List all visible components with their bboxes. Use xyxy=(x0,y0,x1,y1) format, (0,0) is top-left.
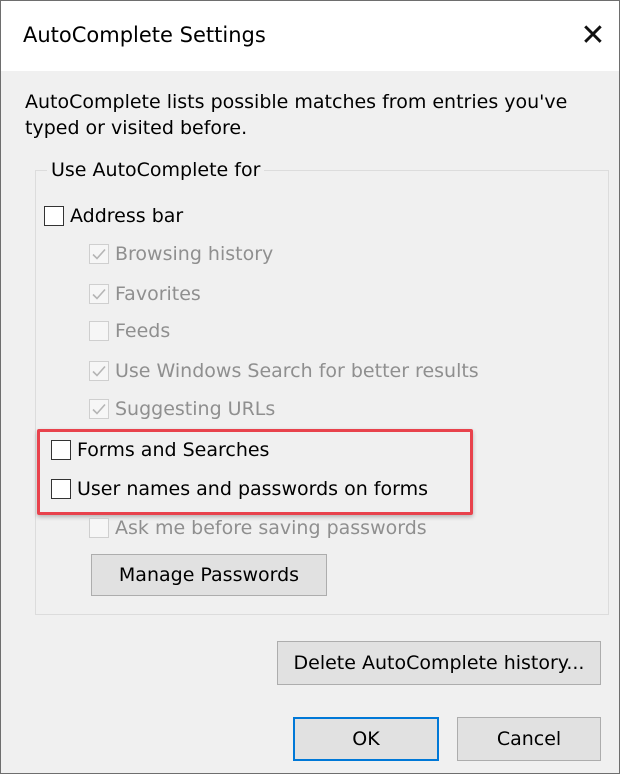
checkbox-favorites: Favorites xyxy=(89,279,201,309)
manage-passwords-button[interactable]: Manage Passwords xyxy=(91,554,327,596)
highlight-annotation xyxy=(37,429,473,515)
checkbox-feeds: Feeds xyxy=(89,316,170,346)
description-text: AutoComplete lists possible matches from… xyxy=(25,91,568,139)
checkbox-suggesting-urls: Suggesting URLs xyxy=(89,394,275,424)
cancel-button[interactable]: Cancel xyxy=(457,717,601,761)
checkbox-box xyxy=(89,399,109,419)
checkbox-label: Address bar xyxy=(70,205,184,227)
checkmark-icon xyxy=(92,248,106,260)
checkbox-browsing-history: Browsing history xyxy=(89,239,273,269)
dialog-window: AutoComplete Settings ✕ AutoComplete lis… xyxy=(0,0,620,774)
checkbox-windows-search: Use Windows Search for better results xyxy=(89,356,479,386)
checkbox-box xyxy=(89,284,109,304)
checkbox-box xyxy=(89,518,109,538)
close-icon[interactable]: ✕ xyxy=(573,15,613,55)
checkbox-label: Ask me before saving passwords xyxy=(115,517,427,539)
checkbox-label: Browsing history xyxy=(115,243,274,265)
checkmark-icon xyxy=(92,288,106,300)
title-bar: AutoComplete Settings ✕ xyxy=(1,1,619,71)
checkbox-label: Use Windows Search for better results xyxy=(115,360,479,382)
checkmark-icon xyxy=(92,365,106,377)
checkmark-icon xyxy=(92,403,106,415)
checkbox-label: Feeds xyxy=(115,320,171,342)
checkbox-ask-before-saving: Ask me before saving passwords xyxy=(89,513,427,543)
delete-history-button[interactable]: Delete AutoComplete history... xyxy=(277,641,601,685)
checkbox-box xyxy=(89,321,109,341)
checkbox-label: Suggesting URLs xyxy=(115,398,276,420)
checkbox-box[interactable] xyxy=(44,206,64,226)
groupbox-legend: Use AutoComplete for xyxy=(47,159,265,181)
autocomplete-groupbox xyxy=(35,170,609,615)
checkbox-address-bar[interactable]: Address bar xyxy=(44,201,183,231)
checkbox-label: Favorites xyxy=(115,283,201,305)
ok-button[interactable]: OK xyxy=(293,717,439,761)
dialog-title: AutoComplete Settings xyxy=(23,23,266,47)
checkbox-box xyxy=(89,361,109,381)
checkbox-box xyxy=(89,244,109,264)
